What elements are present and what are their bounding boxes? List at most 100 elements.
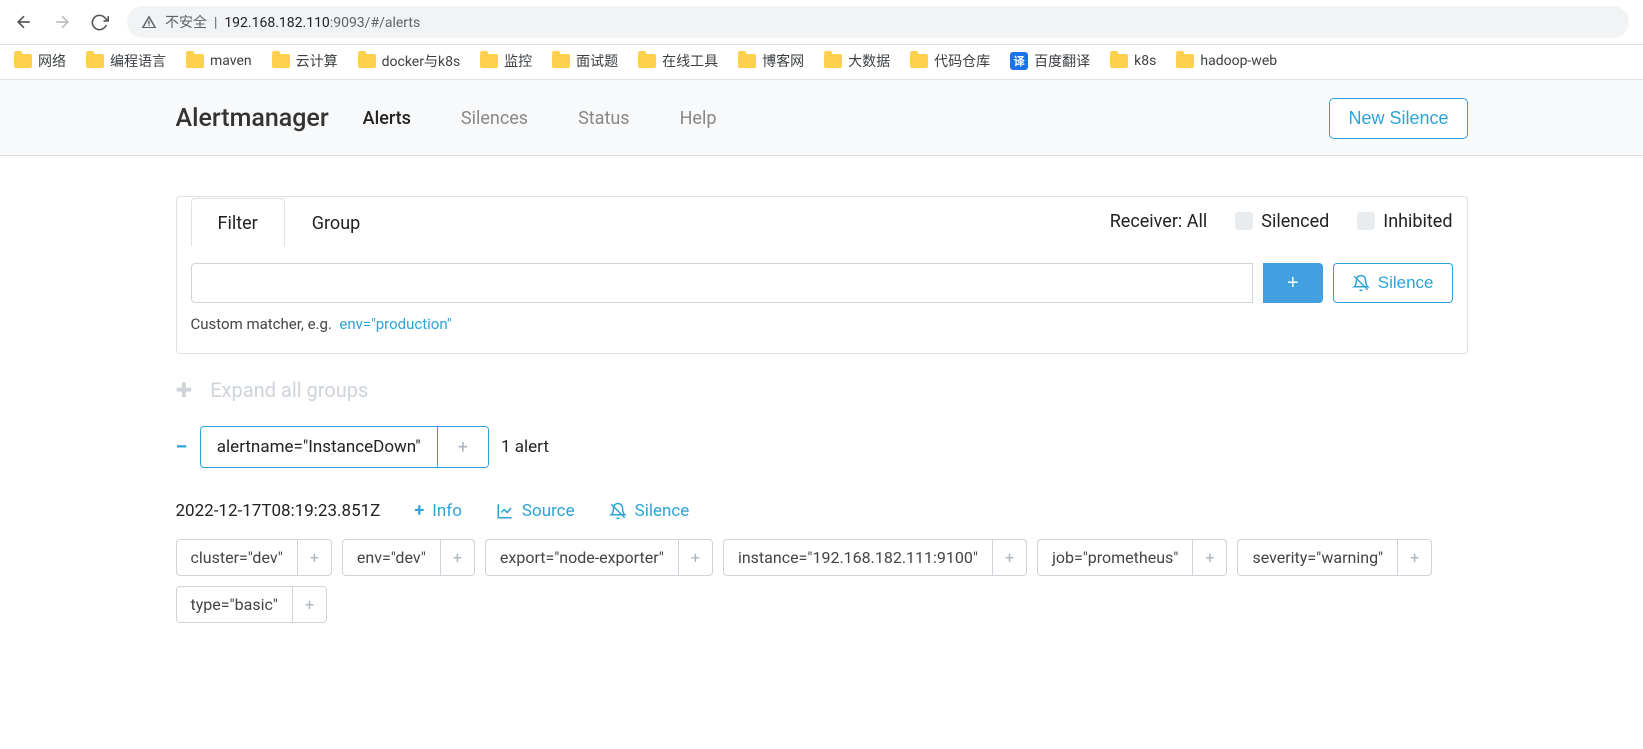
bookmark-item[interactable]: hadoop-web bbox=[1176, 53, 1277, 69]
label-add-button[interactable]: + bbox=[297, 540, 331, 575]
bookmark-label: hadoop-web bbox=[1200, 53, 1277, 69]
folder-icon bbox=[480, 54, 498, 68]
folder-icon bbox=[1176, 54, 1194, 68]
plus-icon: + bbox=[414, 500, 424, 521]
bookmark-item[interactable]: 编程语言 bbox=[86, 51, 166, 71]
label-chip: severity="warning"+ bbox=[1237, 539, 1432, 576]
info-link[interactable]: + Info bbox=[414, 500, 462, 521]
bookmark-item[interactable]: docker与k8s bbox=[358, 51, 461, 71]
alert-detail-row: 2022-12-17T08:19:23.851Z + Info Source S… bbox=[176, 500, 1468, 521]
bookmark-item[interactable]: 云计算 bbox=[272, 51, 338, 71]
folder-icon bbox=[86, 54, 104, 68]
filter-hint: Custom matcher, e.g. env="production" bbox=[191, 315, 1453, 333]
label-text: type="basic" bbox=[177, 587, 292, 622]
receiver-label: Receiver: All bbox=[1110, 211, 1208, 232]
folder-icon bbox=[738, 54, 756, 68]
info-label: Info bbox=[432, 501, 462, 521]
inhibited-label: Inhibited bbox=[1383, 211, 1452, 232]
expand-all-button[interactable]: ✚ Expand all groups bbox=[176, 378, 369, 402]
nav-link-help[interactable]: Help bbox=[680, 108, 717, 129]
nav-link-silences[interactable]: Silences bbox=[461, 108, 528, 129]
folder-icon bbox=[552, 54, 570, 68]
folder-icon bbox=[186, 54, 204, 68]
bookmark-item[interactable]: 博客网 bbox=[738, 51, 804, 71]
label-add-button[interactable]: + bbox=[678, 540, 712, 575]
alertmanager-navbar: Alertmanager Alerts Silences Status Help Ne… bbox=[0, 80, 1643, 156]
folder-icon bbox=[272, 54, 290, 68]
bookmark-label: k8s bbox=[1134, 53, 1156, 69]
bookmark-item[interactable]: 译百度翻译 bbox=[1010, 51, 1090, 71]
bookmark-item[interactable]: 在线工具 bbox=[638, 51, 718, 71]
tab-group[interactable]: Group bbox=[285, 198, 387, 246]
bookmark-label: 博客网 bbox=[762, 51, 804, 71]
label-add-button[interactable]: + bbox=[992, 540, 1026, 575]
bookmark-label: 在线工具 bbox=[662, 51, 718, 71]
bookmark-item[interactable]: 网络 bbox=[14, 51, 66, 71]
label-text: job="prometheus" bbox=[1038, 540, 1192, 575]
label-add-button[interactable]: + bbox=[1192, 540, 1226, 575]
forward-icon[interactable] bbox=[52, 12, 72, 32]
bookmarks-bar: 网络编程语言 maven 云计算 docker与k8s 监控 面试题 在线工具 博客网 大数据 代… bbox=[0, 45, 1643, 80]
bookmark-label: 云计算 bbox=[296, 51, 338, 71]
bookmark-item[interactable]: 监控 bbox=[480, 51, 532, 71]
group-matcher-chip: alertname="InstanceDown" + bbox=[200, 426, 489, 468]
brand-title: Alertmanager bbox=[176, 104, 329, 133]
silence-button[interactable]: Silence bbox=[1333, 263, 1453, 303]
filter-card: FilterGroup Receiver: All Silenced Inhib… bbox=[176, 196, 1468, 354]
back-icon[interactable] bbox=[14, 12, 34, 32]
bookmark-item[interactable]: 代码仓库 bbox=[910, 51, 990, 71]
source-link[interactable]: Source bbox=[496, 501, 575, 521]
silence-link[interactable]: Silence bbox=[609, 501, 690, 521]
collapse-icon[interactable]: − bbox=[176, 435, 188, 460]
reload-icon[interactable] bbox=[90, 13, 109, 32]
bell-off-icon bbox=[609, 502, 627, 520]
bookmark-label: 大数据 bbox=[848, 51, 890, 71]
main-content: FilterGroup Receiver: All Silenced Inhib… bbox=[162, 156, 1482, 663]
label-chip: cluster="dev"+ bbox=[176, 539, 332, 576]
label-chip: type="basic"+ bbox=[176, 586, 328, 623]
source-label: Source bbox=[522, 501, 575, 521]
filter-input[interactable] bbox=[191, 263, 1254, 303]
silence-button-label: Silence bbox=[1378, 273, 1434, 293]
bookmark-item[interactable]: k8s bbox=[1110, 53, 1156, 69]
inhibited-checkbox[interactable]: Inhibited bbox=[1357, 211, 1452, 232]
expand-all-label: Expand all groups bbox=[210, 378, 368, 402]
label-chip: env="dev"+ bbox=[342, 539, 475, 576]
silenced-checkbox[interactable]: Silenced bbox=[1235, 211, 1329, 232]
address-bar[interactable]: 不安全 | 192.168.182.110:9093/#/alerts bbox=[127, 6, 1629, 38]
group-matcher-add-button[interactable]: + bbox=[437, 427, 488, 467]
silenced-label: Silenced bbox=[1261, 211, 1329, 232]
bell-off-icon bbox=[1352, 274, 1370, 292]
label-chip: export="node-exporter"+ bbox=[485, 539, 713, 576]
plus-icon: ✚ bbox=[176, 378, 193, 402]
label-text: export="node-exporter" bbox=[486, 540, 678, 575]
nav-link-status[interactable]: Status bbox=[578, 108, 629, 129]
bookmark-label: 代码仓库 bbox=[934, 51, 990, 71]
bookmark-label: 面试题 bbox=[576, 51, 618, 71]
bookmark-item[interactable]: maven bbox=[186, 53, 252, 69]
bookmark-item[interactable]: 大数据 bbox=[824, 51, 890, 71]
new-silence-button[interactable]: New Silence bbox=[1329, 98, 1467, 139]
alert-timestamp: 2022-12-17T08:19:23.851Z bbox=[176, 501, 381, 521]
label-add-button[interactable]: + bbox=[1397, 540, 1431, 575]
tab-filter[interactable]: Filter bbox=[191, 198, 285, 246]
bookmark-label: docker与k8s bbox=[382, 51, 461, 71]
label-text: cluster="dev" bbox=[177, 540, 297, 575]
label-add-button[interactable]: + bbox=[292, 587, 326, 622]
label-text: instance="192.168.182.111:9100" bbox=[724, 540, 992, 575]
alert-count: 1 alert bbox=[501, 437, 549, 457]
checkbox-icon bbox=[1357, 212, 1375, 230]
translate-icon: 译 bbox=[1010, 52, 1028, 70]
checkbox-icon bbox=[1235, 212, 1253, 230]
add-filter-button[interactable]: + bbox=[1263, 263, 1323, 303]
label-text: env="dev" bbox=[343, 540, 440, 575]
label-add-button[interactable]: + bbox=[440, 540, 474, 575]
label-chip: instance="192.168.182.111:9100"+ bbox=[723, 539, 1027, 576]
alert-labels-row: cluster="dev"+env="dev"+export="node-exp… bbox=[176, 539, 1468, 623]
bookmark-item[interactable]: 面试题 bbox=[552, 51, 618, 71]
folder-icon bbox=[14, 54, 32, 68]
bookmark-label: 网络 bbox=[38, 51, 66, 71]
label-chip: job="prometheus"+ bbox=[1037, 539, 1227, 576]
address-text: 不安全 | 192.168.182.110:9093/#/alerts bbox=[165, 12, 420, 32]
nav-link-alerts[interactable]: Alerts bbox=[363, 108, 411, 129]
